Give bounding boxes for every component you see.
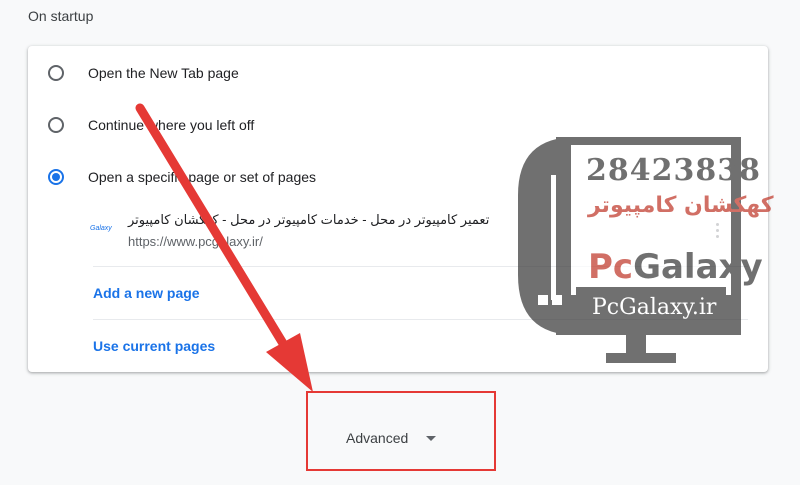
startup-card: Open the New Tab page Continue where you… [28,46,768,372]
add-new-page-link[interactable]: Add a new page [93,285,200,301]
caret-down-icon [426,435,437,441]
radio-continue[interactable]: Continue where you left off [48,113,254,137]
advanced-label: Advanced [346,430,409,446]
site-title: تعمیر کامپیوتر در محل - خدمات کامپیوتر د… [128,212,490,227]
radio-label: Continue where you left off [88,117,255,133]
advanced-button[interactable]: Advanced [346,430,437,446]
radio-open-new-tab[interactable]: Open the New Tab page [48,61,239,85]
startup-page-entry: Galaxy تعمیر کامپیوتر در محل - خدمات کام… [90,206,730,256]
radio-specific-pages[interactable]: Open a specific page or set of pages [48,165,316,189]
site-favicon-icon: Galaxy [90,225,112,232]
divider [93,319,748,320]
radio-label: Open the New Tab page [88,65,239,81]
radio-label: Open a specific page or set of pages [88,169,317,185]
section-title: On startup [28,8,94,24]
radio-button-checked[interactable] [48,169,64,185]
divider [93,266,748,267]
use-current-pages-link[interactable]: Use current pages [93,338,215,354]
more-actions-icon[interactable] [710,218,724,242]
radio-button[interactable] [48,65,64,81]
radio-button[interactable] [48,117,64,133]
site-url: https://www.pcgalaxy.ir/ [128,234,263,249]
settings-page: On startup Open the New Tab page Continu… [0,0,800,485]
